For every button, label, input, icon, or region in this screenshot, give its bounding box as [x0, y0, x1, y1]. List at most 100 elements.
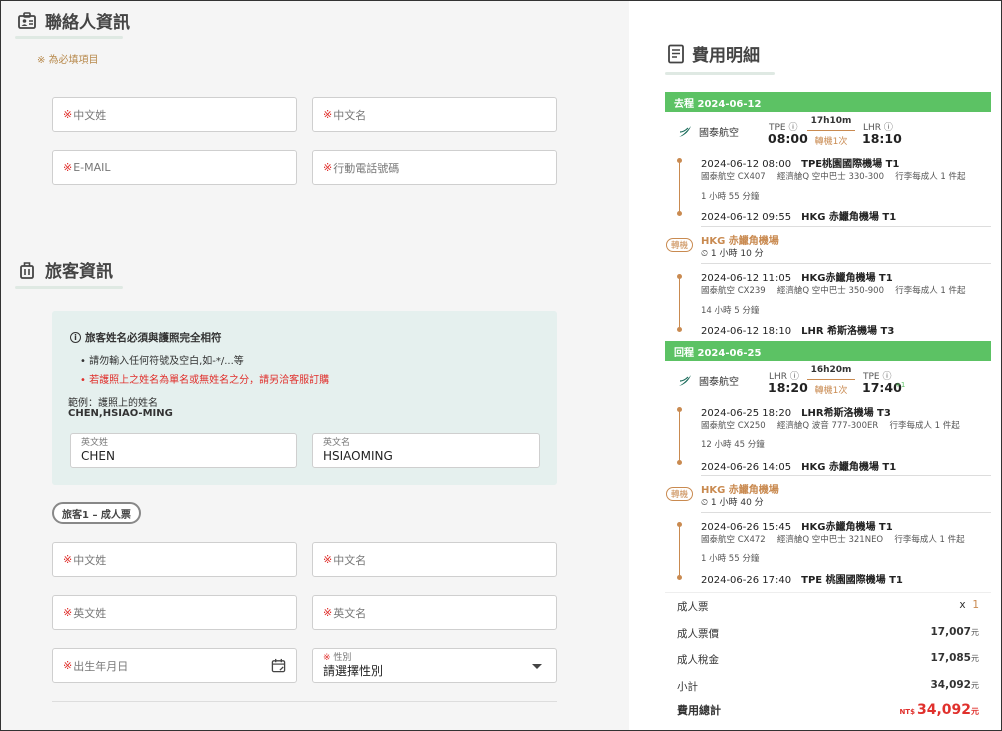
wait-text: 1 小時 10 分 [710, 249, 764, 259]
dep-datetime: 2024-06-26 15:45 [701, 522, 792, 533]
gender-value: 請選擇性別 [323, 664, 384, 678]
placeholder: 中文名 [333, 553, 367, 567]
adult-ticket-row: 成人票 x 1 [677, 599, 979, 614]
clock-icon: ⏲ [701, 249, 709, 259]
traveler-gender-select[interactable]: ※ 性別 請選擇性別 [312, 648, 557, 683]
unit: 元 [971, 681, 979, 690]
fare-label: 成人票價 [677, 628, 719, 640]
sample-first-name-en-field: 英文名 HSIAOMING [312, 433, 540, 468]
arr-airport: HKG 赤鱲角機場 T1 [801, 212, 897, 223]
traveler-last-name-en-input[interactable]: ※ 英文姓 [52, 595, 297, 630]
required-mark: ※ [63, 553, 73, 566]
dep-airport: HKG赤鱲角機場 T1 [801, 273, 893, 284]
wait-text: 1 小時 40 分 [710, 498, 764, 508]
traveler-first-name-cn-input[interactable]: ※ 中文名 [312, 542, 557, 577]
traveler-1-badge: 旅客1 – 成人票 [52, 502, 141, 524]
contact-title: 聯絡人資訊 [45, 13, 130, 33]
inbound-duration: 16h20m [810, 365, 852, 375]
required-mark: ※ [63, 659, 73, 672]
subtotal-value: 34,092 [930, 679, 971, 691]
outbound-transfer-airport: HKG 赤鱲角機場 [701, 236, 779, 247]
outbound-arr-time: 18:10 [862, 131, 902, 146]
contact-last-name-cn-input[interactable]: ※ 中文姓 [52, 97, 297, 132]
inbound-seg1-arr: 2024-06-26 14:05 HKG 赤鱲角機場 T1 [701, 458, 896, 473]
notice-bullet-1-text: 請勿輸入任何符號及空白,如-*/...等 [89, 356, 244, 367]
timeline-dot [677, 327, 682, 332]
calendar-icon[interactable] [271, 658, 286, 673]
fare-title: 費用明細 [667, 41, 760, 66]
chevron-down-icon [532, 664, 542, 669]
contact-card-icon [18, 11, 36, 29]
adult-label: 成人票 [677, 601, 709, 613]
outbound-seg1-arr: 2024-06-12 09:55 HKG 赤鱲角機場 T1 [701, 208, 896, 223]
inbound-bar: 回程 2024-06-25 [665, 341, 991, 361]
fare-value: 17,007 [930, 626, 971, 638]
inbound-transfer-badge: 轉機 [666, 487, 694, 501]
divider [701, 475, 991, 476]
required-mark: ※ [323, 161, 333, 174]
arr-datetime: 2024-06-26 14:05 [701, 462, 792, 473]
outbound-seg1-info: 國泰航空 CX407 經濟艙Q 空中巴士 330-300 行李每成人 1 件起 [701, 172, 966, 182]
timeline-dot [677, 575, 682, 580]
required-mark: ※ [323, 606, 333, 619]
timeline-dot [677, 522, 682, 527]
airline-name: 國泰航空 [699, 128, 739, 139]
timeline-dot [677, 274, 682, 279]
fare-amount: 17,007元 [930, 626, 979, 641]
notice-bullet-1: • 請勿輸入任何符號及空白,如-*/...等 [80, 356, 244, 367]
dep-airport: TPE桃園國際機場 T1 [801, 159, 900, 170]
subtotal-row: 小計 34,092元 [677, 679, 979, 694]
required-mark: ※ [323, 553, 333, 566]
inbound-transfer-wait: ⏲ 1 小時 40 分 [701, 495, 764, 508]
dep-airport: HKG赤鱲角機場 T1 [801, 522, 893, 533]
cathay-logo-icon [679, 374, 691, 386]
gender-label: ※ 性別 [323, 653, 351, 664]
tax-value: 17,085 [930, 652, 971, 664]
traveler-title: 旅客資訊 [45, 262, 113, 282]
dep-datetime: 2024-06-12 11:05 [701, 273, 792, 284]
contact-first-name-cn-input[interactable]: ※ 中文名 [312, 97, 557, 132]
inbound-seg2-info: 國泰航空 CX472 經濟艙Q 空中巴士 321NEO 行李每成人 1 件起 [701, 535, 965, 545]
contact-title-underline [15, 36, 123, 39]
contact-mobile-input[interactable]: ※ 行動電話號碼 [312, 150, 557, 185]
arr-airport: LHR 希斯洛機場 T3 [801, 326, 895, 337]
placeholder: 中文姓 [73, 553, 107, 567]
traveler-section-title: 旅客資訊 [17, 257, 113, 282]
divider [701, 512, 991, 513]
placeholder: 中文姓 [73, 108, 107, 122]
sample-first-name-value: HSIAOMING [323, 449, 393, 463]
divider [665, 592, 991, 593]
timeline-dot [677, 460, 682, 465]
total-label: 費用總計 [677, 704, 721, 717]
segment-timeline [679, 277, 680, 329]
required-mark: ※ [63, 606, 73, 619]
notice-heading: i 旅客姓名必須與護照完全相符 [70, 330, 222, 345]
arr-datetime: 2024-06-12 09:55 [701, 212, 792, 223]
traveler-last-name-cn-input[interactable]: ※ 中文姓 [52, 542, 297, 577]
traveler-birthday-input[interactable]: ※ 出生年月日 [52, 648, 297, 683]
contact-section-title: 聯絡人資訊 [17, 8, 130, 33]
placeholder: 中文名 [333, 108, 367, 122]
inbound-route-line [807, 379, 855, 380]
timeline-dot [677, 211, 682, 216]
traveler-first-name-en-input[interactable]: ※ 英文名 [312, 595, 557, 630]
notice-heading-text: 旅客姓名必須與護照完全相符 [85, 332, 222, 344]
segment-timeline [679, 161, 680, 213]
timeline-dot [677, 158, 682, 163]
adult-fare-row: 成人票價 17,007元 [677, 626, 979, 641]
example-value: CHEN,HSIAO-MING [68, 408, 173, 419]
inbound-seg2-dep: 2024-06-26 15:45 HKG赤鱲角機場 T1 [701, 518, 893, 533]
contact-email-input[interactable]: ※ E-MAIL [52, 150, 297, 185]
outbound-seg1-dep: 2024-06-12 08:00 TPE桃園國際機場 T1 [701, 155, 899, 170]
outbound-bar: 去程 2024-06-12 [665, 92, 991, 112]
total-amount: NT$ 34,092元 [899, 702, 979, 718]
arr-airport: TPE 桃園國際機場 T1 [801, 575, 903, 586]
outbound-seg2-arr: 2024-06-12 18:10 LHR 希斯洛機場 T3 [701, 322, 894, 337]
example-label: 範例：護照上的姓名 [68, 398, 158, 409]
gender-label-text: 性別 [333, 653, 352, 663]
clock-icon: ⏲ [701, 498, 709, 508]
divider [701, 226, 991, 227]
arr-datetime: 2024-06-12 18:10 [701, 326, 792, 337]
dep-airport: LHR希斯洛機場 T3 [801, 408, 891, 419]
total-row: 費用總計 NT$ 34,092元 [677, 702, 979, 718]
